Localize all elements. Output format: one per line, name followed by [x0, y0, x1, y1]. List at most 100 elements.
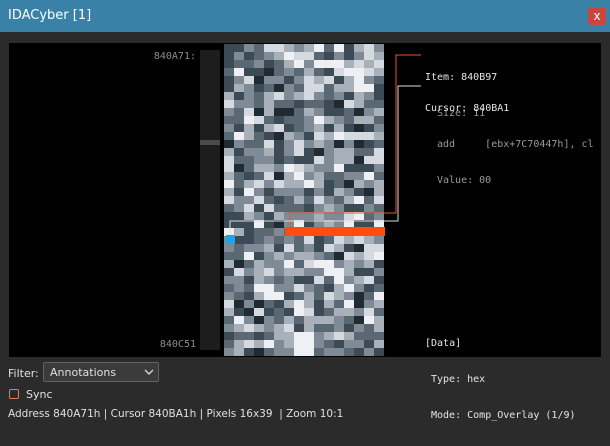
pixel-cell[interactable]: [224, 324, 234, 332]
pixel-cell[interactable]: [324, 348, 334, 356]
pixel-cell[interactable]: [314, 92, 324, 100]
pixel-cell[interactable]: [224, 300, 234, 308]
pixel-cell[interactable]: [274, 260, 284, 268]
pixel-cell[interactable]: [234, 172, 244, 180]
pixel-cell[interactable]: [354, 132, 364, 140]
pixel-cell[interactable]: [284, 316, 294, 324]
pixel-cell[interactable]: [354, 124, 364, 132]
pixel-cell[interactable]: [294, 108, 304, 116]
pixel-cell[interactable]: [224, 140, 234, 148]
pixel-cell[interactable]: [284, 100, 294, 108]
pixel-cell[interactable]: [324, 156, 334, 164]
pixel-cell[interactable]: [254, 260, 264, 268]
pixel-cell[interactable]: [274, 164, 284, 172]
pixel-cell[interactable]: [374, 244, 384, 252]
pixel-cell[interactable]: [324, 268, 334, 276]
pixel-cell[interactable]: [234, 196, 244, 204]
pixel-cell[interactable]: [244, 260, 254, 268]
pixel-cell[interactable]: [324, 44, 334, 52]
pixel-cell[interactable]: [284, 332, 294, 340]
pixel-cell[interactable]: [264, 324, 274, 332]
pixel-cell[interactable]: [234, 308, 244, 316]
pixel-cell[interactable]: [354, 196, 364, 204]
pixel-cell[interactable]: [244, 244, 254, 252]
filter-dropdown[interactable]: Annotations: [43, 362, 159, 382]
pixel-cell[interactable]: [254, 132, 264, 140]
pixel-cell[interactable]: [274, 324, 284, 332]
pixel-cell[interactable]: [304, 60, 314, 68]
pixel-cell[interactable]: [374, 260, 384, 268]
pixel-cell[interactable]: [324, 244, 334, 252]
pixel-cell[interactable]: [294, 188, 304, 196]
pixel-cell[interactable]: [374, 236, 384, 244]
pixel-cell[interactable]: [254, 244, 264, 252]
pixel-cell[interactable]: [354, 84, 364, 92]
pixel-cell[interactable]: [314, 196, 324, 204]
pixel-cell[interactable]: [284, 284, 294, 292]
pixel-cell[interactable]: [244, 300, 254, 308]
pixel-cell[interactable]: [334, 100, 344, 108]
pixel-cell[interactable]: [294, 92, 304, 100]
pixel-cell[interactable]: [294, 260, 304, 268]
pixel-cell[interactable]: [374, 164, 384, 172]
pixel-cell[interactable]: [224, 260, 234, 268]
pixel-cell[interactable]: [344, 124, 354, 132]
pixel-cell[interactable]: [244, 132, 254, 140]
pixel-cell[interactable]: [304, 340, 314, 348]
pixel-cell[interactable]: [374, 132, 384, 140]
pixel-cell[interactable]: [304, 348, 314, 356]
pixel-cell[interactable]: [314, 292, 324, 300]
pixel-cell[interactable]: [324, 324, 334, 332]
pixel-cell[interactable]: [234, 340, 244, 348]
pixel-cell[interactable]: [334, 188, 344, 196]
pixel-cell[interactable]: [314, 300, 324, 308]
pixel-cell[interactable]: [294, 148, 304, 156]
pixel-cell[interactable]: [284, 76, 294, 84]
pixel-cell[interactable]: [364, 52, 374, 60]
pixel-cell[interactable]: [294, 324, 304, 332]
pixel-cell[interactable]: [364, 196, 374, 204]
pixel-cell[interactable]: [284, 116, 294, 124]
pixel-cell[interactable]: [274, 132, 284, 140]
pixel-cell[interactable]: [344, 60, 354, 68]
pixel-cell[interactable]: [364, 300, 374, 308]
pixel-cell[interactable]: [244, 68, 254, 76]
pixel-cell[interactable]: [354, 156, 364, 164]
pixel-cell[interactable]: [254, 300, 264, 308]
pixel-cell[interactable]: [234, 188, 244, 196]
pixel-cell[interactable]: [244, 180, 254, 188]
pixel-cell[interactable]: [294, 244, 304, 252]
pixel-cell[interactable]: [264, 348, 274, 356]
pixel-cell[interactable]: [224, 172, 234, 180]
pixel-cell[interactable]: [374, 324, 384, 332]
pixel-cell[interactable]: [354, 60, 364, 68]
pixel-cell[interactable]: [294, 44, 304, 52]
pixel-cell[interactable]: [264, 228, 274, 236]
pixel-cell[interactable]: [304, 332, 314, 340]
pixel-cell[interactable]: [374, 252, 384, 260]
pixel-cell[interactable]: [224, 116, 234, 124]
pixel-cell[interactable]: [244, 116, 254, 124]
pixel-cell[interactable]: [324, 68, 334, 76]
pixel-cell[interactable]: [344, 276, 354, 284]
pixel-cell[interactable]: [364, 324, 374, 332]
pixel-cell[interactable]: [294, 76, 304, 84]
pixel-cell[interactable]: [264, 68, 274, 76]
pixel-cell[interactable]: [244, 140, 254, 148]
pixel-cell[interactable]: [354, 92, 364, 100]
pixel-cell[interactable]: [224, 68, 234, 76]
pixel-cell[interactable]: [274, 172, 284, 180]
pixel-cell[interactable]: [374, 172, 384, 180]
pixel-cell[interactable]: [274, 140, 284, 148]
pixel-cell[interactable]: [254, 204, 264, 212]
pixel-cell[interactable]: [244, 212, 254, 220]
pixel-cell[interactable]: [234, 68, 244, 76]
pixel-cell[interactable]: [244, 108, 254, 116]
pixel-cell[interactable]: [224, 84, 234, 92]
pixel-cell[interactable]: [314, 324, 324, 332]
pixel-cell[interactable]: [274, 108, 284, 116]
pixel-cell[interactable]: [334, 76, 344, 84]
pixel-cell[interactable]: [344, 44, 354, 52]
pixel-cell[interactable]: [234, 108, 244, 116]
pixel-cell[interactable]: [224, 60, 234, 68]
